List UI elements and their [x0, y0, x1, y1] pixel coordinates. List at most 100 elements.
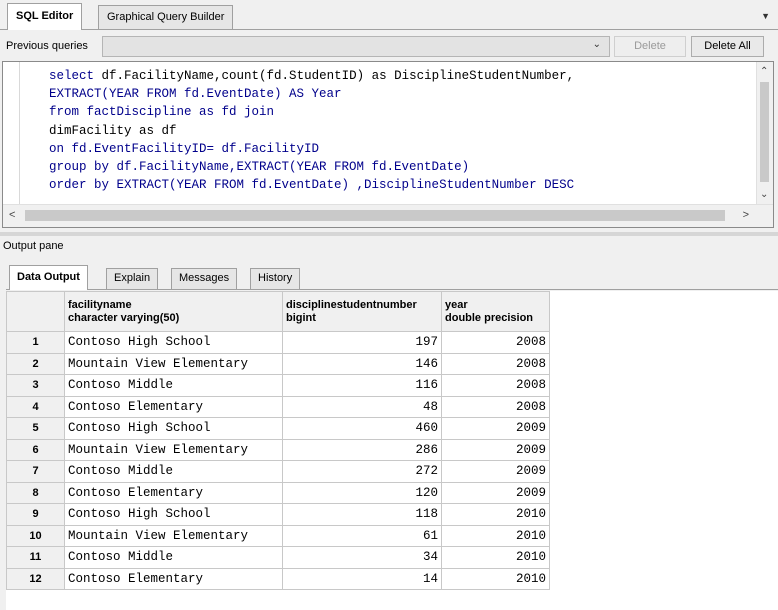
row-number-cell[interactable]: 2	[6, 352, 65, 375]
facilityname-cell[interactable]: Contoso High School	[64, 417, 283, 440]
table-row[interactable]: 1 Contoso High School 197 2008	[6, 331, 550, 354]
table-row[interactable]: 5 Contoso High School 460 2009	[6, 417, 550, 440]
disciplinestudentnumber-cell[interactable]: 34	[282, 546, 442, 569]
table-row[interactable]: 6 Mountain View Elementary 286 2009	[6, 438, 550, 461]
disciplinestudentnumber-cell[interactable]: 146	[282, 352, 442, 375]
facilityname-cell[interactable]: Contoso Middle	[64, 546, 283, 569]
table-row[interactable]: 4 Contoso Elementary 48 2008	[6, 395, 550, 418]
tab-strip-divider	[0, 29, 778, 30]
row-number-cell[interactable]: 6	[6, 438, 65, 461]
year-cell[interactable]: 2009	[441, 417, 550, 440]
row-number-cell[interactable]: 3	[6, 374, 65, 397]
tab-explain[interactable]: Explain	[106, 268, 159, 289]
facilityname-cell[interactable]: Mountain View Elementary	[64, 524, 283, 547]
output-tab-strip: Data Output Explain Messages History	[0, 262, 778, 290]
table-row[interactable]: 2 Mountain View Elementary 146 2008	[6, 352, 550, 375]
year-cell[interactable]: 2008	[441, 395, 550, 418]
column-header-facilityname[interactable]: facilityname character varying(50)	[64, 291, 283, 332]
year-cell[interactable]: 2009	[441, 460, 550, 483]
code-line: from factDiscipline as fd join	[49, 105, 275, 120]
disciplinestudentnumber-cell[interactable]: 197	[282, 331, 442, 354]
tab-history[interactable]: History	[250, 268, 301, 289]
table-row[interactable]: 3 Contoso Middle 116 2008	[6, 374, 550, 397]
year-cell[interactable]: 2010	[441, 546, 550, 569]
year-cell[interactable]: 2008	[441, 352, 550, 375]
output-pane-title: Output pane	[3, 240, 64, 252]
tab-sql-editor[interactable]: SQL Editor	[7, 3, 83, 30]
disciplinestudentnumber-cell[interactable]: 460	[282, 417, 442, 440]
code-line: EXTRACT(YEAR FROM fd.EventDate) AS Year	[49, 87, 342, 102]
disciplinestudentnumber-cell[interactable]: 14	[282, 567, 442, 590]
sql-editor[interactable]: select df.FacilityName,count(fd.StudentI…	[2, 61, 774, 228]
disciplinestudentnumber-cell[interactable]: 48	[282, 395, 442, 418]
tab-graphical-query-builder[interactable]: Graphical Query Builder	[98, 5, 234, 29]
year-cell[interactable]: 2009	[441, 481, 550, 504]
column-name: disciplinestudentnumber	[286, 298, 417, 311]
row-number-header[interactable]	[6, 291, 65, 332]
facilityname-cell[interactable]: Mountain View Elementary	[64, 438, 283, 461]
data-output-grid[interactable]: facilityname character varying(50) disci…	[6, 291, 778, 610]
facilityname-cell[interactable]: Contoso Elementary	[64, 481, 283, 504]
editor-vertical-scrollbar[interactable]: ⌃ ⌄	[756, 62, 773, 204]
editor-gutter	[3, 62, 20, 204]
row-number-cell[interactable]: 5	[6, 417, 65, 440]
facilityname-cell[interactable]: Contoso Elementary	[64, 395, 283, 418]
disciplinestudentnumber-cell[interactable]: 286	[282, 438, 442, 461]
dropdown-menu-icon[interactable]: ▼	[761, 11, 770, 21]
scroll-right-icon[interactable]: >	[743, 209, 749, 221]
editor-horizontal-scrollbar[interactable]: < >	[3, 204, 773, 227]
column-type: double precision	[445, 311, 534, 324]
code-line: order by EXTRACT(YEAR FROM fd.EventDate)…	[49, 178, 575, 193]
facilityname-cell[interactable]: Contoso Middle	[64, 460, 283, 483]
column-type: character varying(50)	[68, 311, 180, 324]
result-table: facilityname character varying(50) disci…	[6, 291, 550, 590]
table-row[interactable]: 11 Contoso Middle 34 2010	[6, 546, 550, 569]
year-cell[interactable]: 2008	[441, 331, 550, 354]
column-header-disciplinestudentnumber[interactable]: disciplinestudentnumber bigint	[282, 291, 442, 332]
row-number-cell[interactable]: 11	[6, 546, 65, 569]
year-cell[interactable]: 2009	[441, 438, 550, 461]
output-tab-divider	[6, 289, 778, 290]
scroll-down-icon[interactable]: ⌄	[760, 189, 768, 200]
table-row[interactable]: 8 Contoso Elementary 120 2009	[6, 481, 550, 504]
year-cell[interactable]: 2010	[441, 503, 550, 526]
disciplinestudentnumber-cell[interactable]: 116	[282, 374, 442, 397]
facilityname-cell[interactable]: Contoso Middle	[64, 374, 283, 397]
previous-queries-select[interactable]: ⌄	[102, 36, 610, 57]
tab-data-output[interactable]: Data Output	[9, 265, 88, 290]
tab-messages[interactable]: Messages	[171, 268, 238, 289]
table-row[interactable]: 9 Contoso High School 118 2010	[6, 503, 550, 526]
pane-splitter[interactable]	[0, 232, 778, 236]
scroll-up-icon[interactable]: ⌃	[760, 66, 768, 77]
facilityname-cell[interactable]: Contoso High School	[64, 503, 283, 526]
facilityname-cell[interactable]: Contoso High School	[64, 331, 283, 354]
delete-all-button[interactable]: Delete All	[691, 36, 764, 57]
editor-vscroll-thumb[interactable]	[760, 82, 769, 182]
disciplinestudentnumber-cell[interactable]: 118	[282, 503, 442, 526]
disciplinestudentnumber-cell[interactable]: 120	[282, 481, 442, 504]
table-row[interactable]: 12 Contoso Elementary 14 2010	[6, 567, 550, 590]
row-number-cell[interactable]: 1	[6, 331, 65, 354]
sql-code[interactable]: select df.FacilityName,count(fd.StudentI…	[49, 67, 574, 194]
row-number-cell[interactable]: 4	[6, 395, 65, 418]
table-row[interactable]: 10 Mountain View Elementary 61 2010	[6, 524, 550, 547]
facilityname-cell[interactable]: Contoso Elementary	[64, 567, 283, 590]
scroll-left-icon[interactable]: <	[9, 209, 15, 221]
row-number-cell[interactable]: 9	[6, 503, 65, 526]
row-number-cell[interactable]: 10	[6, 524, 65, 547]
row-number-cell[interactable]: 12	[6, 567, 65, 590]
editor-tab-strip: SQL Editor Graphical Query Builder ▼	[0, 0, 778, 30]
disciplinestudentnumber-cell[interactable]: 61	[282, 524, 442, 547]
delete-button[interactable]: Delete	[614, 36, 686, 57]
year-cell[interactable]: 2010	[441, 524, 550, 547]
column-header-year[interactable]: year double precision	[441, 291, 550, 332]
editor-hscroll-thumb[interactable]	[25, 210, 725, 221]
facilityname-cell[interactable]: Mountain View Elementary	[64, 352, 283, 375]
table-row[interactable]: 7 Contoso Middle 272 2009	[6, 460, 550, 483]
year-cell[interactable]: 2008	[441, 374, 550, 397]
code-line: group by df.FacilityName,EXTRACT(YEAR FR…	[49, 160, 470, 175]
row-number-cell[interactable]: 7	[6, 460, 65, 483]
year-cell[interactable]: 2010	[441, 567, 550, 590]
disciplinestudentnumber-cell[interactable]: 272	[282, 460, 442, 483]
row-number-cell[interactable]: 8	[6, 481, 65, 504]
